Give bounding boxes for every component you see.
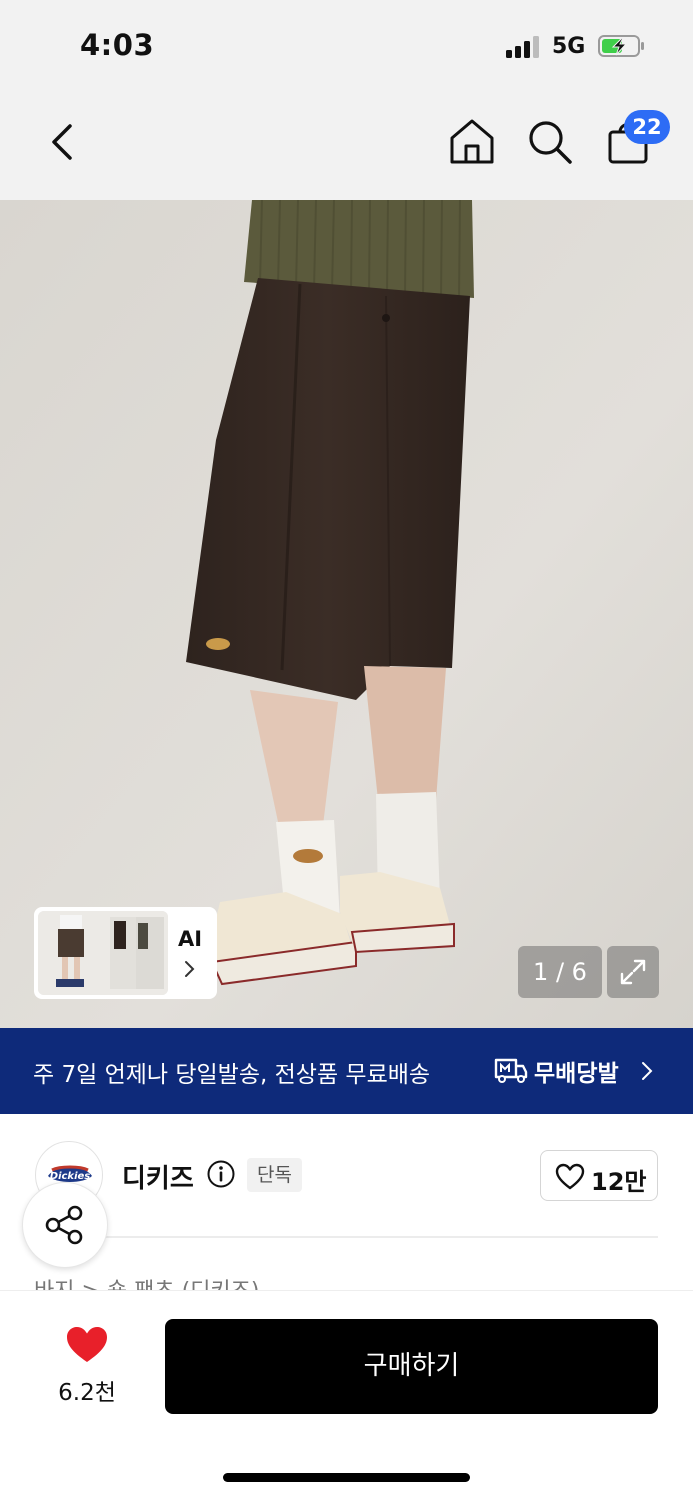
cart-count-badge: 22 — [624, 110, 670, 144]
chevron-left-icon[interactable] — [40, 120, 84, 164]
like-count: 6.2천 — [58, 1380, 116, 1406]
delivery-truck-icon — [494, 1058, 528, 1083]
share-icon — [45, 1205, 83, 1245]
chevron-right-icon — [642, 1062, 653, 1080]
heart-filled-icon — [67, 1327, 107, 1362]
network-type: 5G — [552, 34, 586, 59]
promo-brand: 무배당발 — [534, 1061, 619, 1087]
follow-count: 12만 — [591, 1168, 647, 1196]
heart-outline-icon — [555, 1163, 585, 1190]
bottom-action-bar: 6.2천 구매하기 — [0, 1290, 693, 1500]
home-icon[interactable] — [446, 116, 498, 168]
expand-button[interactable] — [607, 946, 659, 998]
image-counter: 1 / 6 — [518, 946, 602, 998]
ai-styling-thumbnail — [38, 911, 168, 995]
like-button[interactable]: 6.2천 — [44, 1325, 130, 1411]
signal-bars-icon — [506, 36, 539, 58]
home-indicator — [223, 1473, 470, 1482]
chevron-right-icon — [185, 961, 195, 977]
section-divider — [100, 1236, 658, 1238]
brand-logo-text: Dickies — [50, 1171, 91, 1182]
ai-styling-card[interactable]: AI — [34, 907, 217, 999]
top-nav-bar: 22 — [0, 90, 693, 295]
product-photo — [0, 200, 693, 1028]
buy-button[interactable]: 구매하기 — [165, 1319, 658, 1414]
breadcrumb[interactable]: 바지 > 숏 팬츠 (디키즈) — [34, 1276, 260, 1290]
info-icon[interactable] — [206, 1159, 236, 1189]
battery-charging-icon — [598, 35, 644, 57]
search-icon[interactable] — [524, 116, 576, 168]
status-time: 4:03 — [80, 28, 155, 62]
share-button[interactable] — [22, 1182, 108, 1268]
status-bar: 4:03 5G — [0, 0, 693, 90]
brand-name[interactable]: 디키즈 — [122, 1158, 194, 1195]
expand-arrows-icon — [620, 959, 646, 985]
free-shipping-banner[interactable]: 주 7일 언제나 당일발송, 전상품 무료배송 무배당발 — [0, 1028, 693, 1114]
ai-label: AI — [178, 927, 203, 951]
exclusive-badge: 단독 — [247, 1158, 302, 1192]
promo-text: 주 7일 언제나 당일발송, 전상품 무료배송 — [33, 1062, 431, 1088]
brand-follow-button[interactable]: 12만 — [540, 1150, 658, 1201]
product-image-gallery[interactable]: AI 1 / 6 — [0, 200, 693, 1028]
